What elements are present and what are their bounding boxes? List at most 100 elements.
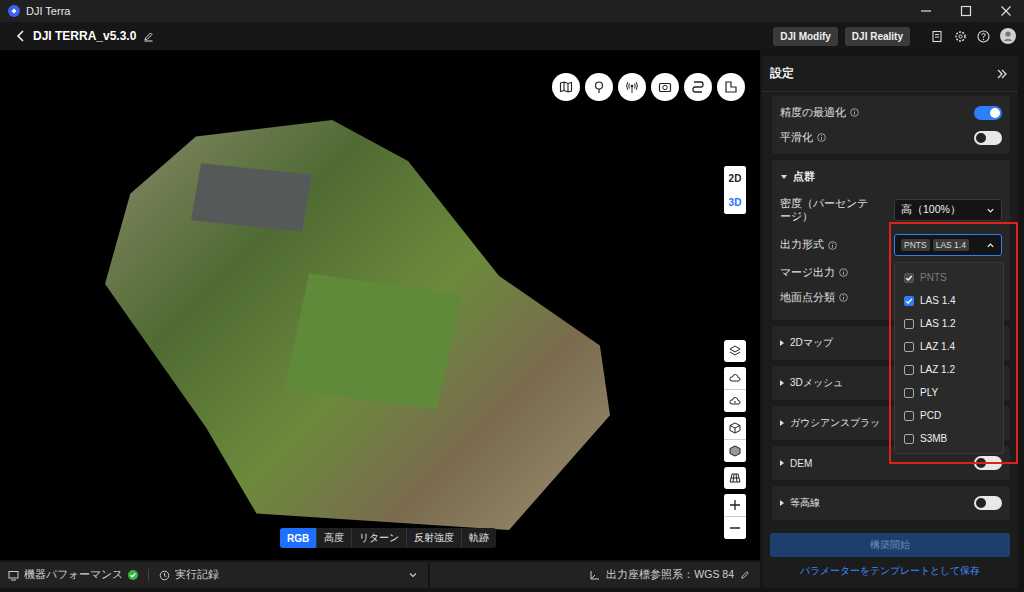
option-label: マージ出力 <box>780 266 835 280</box>
info-icon[interactable] <box>839 268 848 277</box>
minus-icon <box>729 522 741 534</box>
info-icon[interactable] <box>839 293 848 302</box>
toggle-switch[interactable] <box>974 131 1002 145</box>
output-format-row: 出力形式PNTSLAS 1.4PNTSLAS 1.4LAS 1.2LAZ 1.4… <box>780 230 1002 260</box>
dropdown-chevron-icon <box>986 241 995 250</box>
chevron-icon <box>778 419 786 427</box>
format-option[interactable]: LAZ 1.2 <box>895 358 1003 381</box>
cloud-down-tool[interactable] <box>724 390 746 412</box>
point-cloud[interactable] <box>105 120 610 530</box>
checkbox <box>904 434 914 444</box>
option-label: LAS 1.2 <box>920 318 956 329</box>
cube-solid-tool[interactable] <box>724 440 746 462</box>
format-option[interactable]: LAS 1.4 <box>895 289 1003 312</box>
section-title: DEM <box>790 458 812 469</box>
view-mode-button[interactable]: 軌跡 <box>462 528 496 548</box>
dimension-button[interactable]: 2D <box>724 166 746 190</box>
header-button[interactable]: DJI Reality <box>845 27 910 46</box>
zoom-in-tool[interactable] <box>724 494 746 516</box>
dimension-toggle: 2D3D <box>724 166 746 214</box>
pin-tool[interactable] <box>585 73 613 101</box>
checkbox <box>904 273 914 283</box>
toggle-switch[interactable] <box>974 106 1002 120</box>
minimize-icon[interactable] <box>920 5 932 17</box>
settings-gear-icon[interactable] <box>954 30 967 43</box>
checkbox <box>904 296 914 306</box>
view-mode-bar: RGB高度リターン反射強度軌跡 <box>280 528 496 548</box>
check-icon <box>905 274 913 282</box>
monitor-icon <box>8 570 19 581</box>
format-option[interactable]: LAS 1.2 <box>895 312 1003 335</box>
density-row: 密度（パーセンテージ）高（100%） <box>780 190 1002 230</box>
building-tool[interactable] <box>717 73 745 101</box>
option-label: LAS 1.4 <box>920 295 956 306</box>
toggle-switch[interactable] <box>974 456 1002 470</box>
checkbox <box>904 388 914 398</box>
info-icon[interactable] <box>828 241 837 250</box>
save-template-link[interactable]: パラメーターをテンプレートとして保存 <box>770 564 1010 578</box>
3d-viewport[interactable]: 2D3D RGB高度リターン反射強度軌跡 <box>0 50 760 560</box>
dimension-button[interactable]: 3D <box>724 190 746 214</box>
status-bar: 機器パフォーマンス実行記録出力座標参照系：WGS 84 <box>0 562 760 588</box>
performance-status[interactable]: 機器パフォーマンス <box>8 568 138 582</box>
camera-icon <box>658 80 672 94</box>
format-tag: PNTS <box>901 239 930 251</box>
header-button[interactable]: DJI Modify <box>773 27 838 46</box>
toggle-label: 精度の最適化 <box>780 106 846 120</box>
grid-tool[interactable] <box>724 467 746 489</box>
task-list-icon[interactable] <box>931 30 944 43</box>
close-icon[interactable] <box>1000 5 1012 17</box>
location-pin-icon <box>592 80 606 94</box>
cube-tool[interactable] <box>724 417 746 439</box>
grid-icon <box>729 472 741 484</box>
info-icon[interactable] <box>817 133 826 142</box>
option-label: PCD <box>920 410 941 421</box>
project-header: DJI TERRA_v5.3.0 DJI Modify DJI Reality <box>0 22 1024 50</box>
log-label: 実行記録 <box>175 568 219 582</box>
user-avatar-icon[interactable] <box>1000 28 1016 44</box>
edit-pencil-icon[interactable] <box>143 31 154 42</box>
edit-pencil-icon[interactable] <box>740 570 750 580</box>
back-arrow-icon[interactable] <box>16 30 26 42</box>
output-format-select[interactable]: PNTSLAS 1.4 <box>894 234 1002 256</box>
map-tool[interactable] <box>552 73 580 101</box>
output-format-label: 出力形式 <box>780 238 824 252</box>
cloud-icon <box>729 395 741 407</box>
settings-header: 設定 <box>762 56 1018 92</box>
route-tool[interactable] <box>684 73 712 101</box>
project-name: DJI TERRA_v5.3.0 <box>33 29 136 43</box>
format-option[interactable]: PLY <box>895 381 1003 404</box>
expand-chevron-icon[interactable] <box>408 570 418 580</box>
view-mode-button[interactable]: 反射強度 <box>407 528 462 548</box>
point-cloud-section: 点群密度（パーセンテージ）高（100%）出力形式PNTSLAS 1.4PNTSL… <box>772 160 1010 320</box>
format-option[interactable]: LAZ 1.4 <box>895 335 1003 358</box>
dropdown-chevron-icon <box>986 206 995 215</box>
view-mode-button[interactable]: 高度 <box>317 528 352 548</box>
section-header[interactable]: 点群 <box>780 164 1002 190</box>
zoom-out-tool[interactable] <box>724 517 746 539</box>
maximize-icon[interactable] <box>960 5 972 17</box>
chevron-icon <box>778 459 786 467</box>
info-icon[interactable] <box>850 108 859 117</box>
format-option[interactable]: S3MB <box>895 427 1003 450</box>
cube-icon <box>729 422 741 434</box>
toggle-label: 平滑化 <box>780 131 813 145</box>
layers-tool[interactable] <box>724 340 746 362</box>
signal-tool[interactable] <box>618 73 646 101</box>
camera-tool[interactable] <box>651 73 679 101</box>
section-title: 点群 <box>793 170 815 184</box>
collapse-panel-icon[interactable] <box>996 68 1008 80</box>
cloud-up-tool[interactable] <box>724 367 746 389</box>
density-select[interactable]: 高（100%） <box>894 199 1002 221</box>
format-dropdown: PNTSLAS 1.4LAS 1.2LAZ 1.4LAZ 1.2PLYPCDS3… <box>894 262 1004 454</box>
section-card[interactable]: 等高線 <box>772 486 1010 520</box>
toggle-switch[interactable] <box>974 496 1002 510</box>
view-mode-button[interactable]: リターン <box>352 528 407 548</box>
option-label: LAZ 1.4 <box>920 341 955 352</box>
view-mode-button[interactable]: RGB <box>280 528 317 548</box>
format-option[interactable]: PCD <box>895 404 1003 427</box>
cube-icon <box>729 445 741 457</box>
help-icon[interactable] <box>977 30 990 43</box>
options-card: 精度の最適化平滑化 <box>772 96 1010 154</box>
execution-log[interactable]: 実行記録 <box>159 568 219 582</box>
